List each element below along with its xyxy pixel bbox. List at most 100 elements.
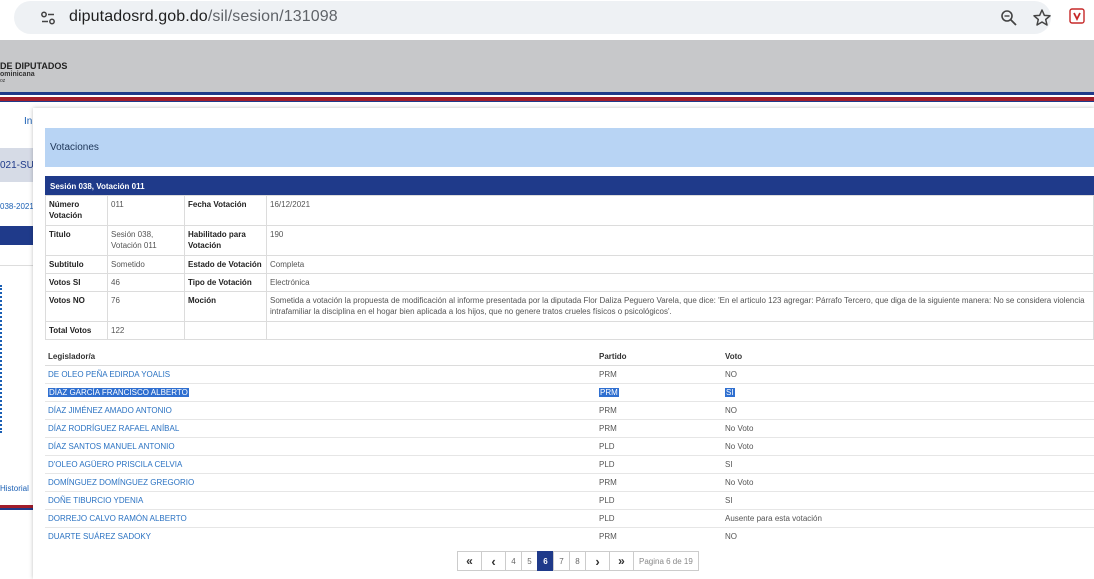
legislator-name: DÍAZ GARCÍA FRANCISCO ALBERTO bbox=[48, 387, 189, 397]
party-value: PRM bbox=[599, 387, 619, 397]
side-divider bbox=[0, 265, 33, 266]
vote-row: D'OLEO AGÜERO PRISCILA CELVIA PLD SI bbox=[45, 454, 1094, 473]
vote-value: No Voto bbox=[725, 441, 754, 451]
legislator-name: DÍAZ RODRÍGUEZ RAFAEL ANÍBAL bbox=[48, 423, 180, 433]
legislator-link[interactable]: DÍAZ GARCÍA FRANCISCO ALBERTO bbox=[48, 387, 189, 397]
legislator-name: DORREJO CALVO RAMÓN ALBERTO bbox=[48, 513, 187, 523]
party-value: PLD bbox=[599, 495, 615, 505]
legislator-cell: DUARTE SUÁREZ SADOKY bbox=[45, 526, 596, 545]
bookmark-star-icon[interactable] bbox=[1032, 8, 1052, 28]
side-link-session[interactable]: 038-2021 bbox=[0, 202, 34, 211]
current-page-button[interactable]: 6 bbox=[537, 551, 554, 571]
legislator-cell: DÍAZ SANTOS MANUEL ANTONIO bbox=[45, 436, 596, 455]
vote-cell: SI bbox=[722, 454, 1094, 473]
votaciones-modal: Votaciones Sesión 038, Votación 011 Núme… bbox=[33, 108, 1094, 579]
vote-row: DÍAZ SANTOS MANUEL ANTONIO PLD No Voto bbox=[45, 436, 1094, 455]
vote-cell: NO bbox=[722, 400, 1094, 419]
legislator-link[interactable]: DÍAZ JIMÉNEZ AMADO ANTONIO bbox=[48, 406, 172, 415]
legislator-cell: DÍAZ RODRÍGUEZ RAFAEL ANÍBAL bbox=[45, 418, 596, 437]
info-label: Votos NO bbox=[45, 291, 108, 322]
side-link-historial[interactable]: Historial bbox=[0, 484, 29, 493]
vote-row: DÍAZ GARCÍA FRANCISCO ALBERTO PRM SI bbox=[45, 382, 1094, 401]
vote-row: DUARTE SUÁREZ SADOKY PRM NO bbox=[45, 526, 1094, 545]
legislator-name: D'OLEO AGÜERO PRISCILA CELVIA bbox=[48, 459, 183, 469]
column-header-partido[interactable]: Partido bbox=[596, 348, 722, 366]
legislator-cell: DOMÍNGUEZ DOMÍNGUEZ GREGORIO bbox=[45, 472, 596, 491]
page-button[interactable]: 4 bbox=[505, 551, 522, 571]
vote-row: DÍAZ RODRÍGUEZ RAFAEL ANÍBAL PRM No Voto bbox=[45, 418, 1094, 437]
legislator-link[interactable]: DOMÍNGUEZ DOMÍNGUEZ GREGORIO bbox=[48, 478, 194, 487]
info-value: Sesión 038, Votación 011 bbox=[107, 225, 185, 256]
vote-value: SI bbox=[725, 387, 735, 397]
info-label: Habilitado para Votación bbox=[184, 225, 267, 256]
vote-value: NO bbox=[725, 531, 737, 541]
site-logo-subtitle: ominicana bbox=[0, 71, 35, 78]
next-page-button[interactable]: › bbox=[585, 551, 610, 571]
legislator-name: DÍAZ SANTOS MANUEL ANTONIO bbox=[48, 441, 175, 451]
column-header-voto[interactable]: Voto bbox=[722, 348, 1094, 366]
address-bar[interactable]: diputadosrd.gob.do/sil/sesion/131098 bbox=[14, 1, 1051, 34]
vote-row: DÍAZ JIMÉNEZ AMADO ANTONIO PRM NO bbox=[45, 400, 1094, 419]
prev-page-button[interactable]: ‹ bbox=[481, 551, 506, 571]
vote-cell: SI bbox=[722, 382, 1094, 401]
party-cell: PRM bbox=[596, 472, 722, 491]
page-button[interactable]: 8 bbox=[569, 551, 586, 571]
vote-value: SI bbox=[725, 459, 733, 469]
side-bar-blue bbox=[0, 226, 33, 245]
legislator-link[interactable]: D'OLEO AGÜERO PRISCILA CELVIA bbox=[48, 460, 182, 469]
party-value: PLD bbox=[599, 459, 615, 469]
extension-icon[interactable] bbox=[1069, 8, 1085, 24]
last-page-button[interactable]: » bbox=[609, 551, 634, 571]
site-logo-subtitle-2: oz bbox=[0, 78, 6, 84]
modal-title: Votaciones bbox=[50, 142, 99, 153]
party-value: PLD bbox=[599, 441, 615, 451]
info-label: Tipo de Votación bbox=[184, 273, 267, 292]
legislator-link[interactable]: DOÑE TIBURCIO YDENIA bbox=[48, 496, 143, 505]
vote-row: DORREJO CALVO RAMÓN ALBERTO PLD Ausente pa… bbox=[45, 508, 1094, 527]
party-cell: PRM bbox=[596, 526, 722, 545]
mocion-text: Sometida a votación la propuesta de modi… bbox=[266, 291, 1094, 322]
party-value: PRM bbox=[599, 423, 617, 433]
legislator-name: DE OLEO PEÑA EDIRDA YOALIS bbox=[48, 369, 171, 379]
vote-info-table: Número Votación 011 Fecha Votación 16/12… bbox=[45, 195, 1094, 340]
site-info-icon[interactable] bbox=[39, 9, 57, 27]
site-header: DE DIPUTADOS ominicana oz bbox=[0, 40, 1094, 92]
legislator-link[interactable]: DUARTE SUÁREZ SADOKY bbox=[48, 532, 151, 541]
modal-title-bar: Votaciones bbox=[45, 128, 1094, 167]
vote-cell: No Voto bbox=[722, 436, 1094, 455]
zoom-icon[interactable] bbox=[1000, 9, 1018, 27]
vote-value: NO bbox=[725, 405, 737, 415]
legislator-link[interactable]: DÍAZ SANTOS MANUEL ANTONIO bbox=[48, 442, 175, 451]
pagination: « ‹ 4 5 6 7 8 › » Pagina 6 de 19 bbox=[457, 551, 699, 571]
legislator-cell: DOÑE TIBURCIO YDENIA bbox=[45, 490, 596, 509]
legislator-name: DOÑE TIBURCIO YDENIA bbox=[48, 495, 144, 505]
info-row: Titulo Sesión 038, Votación 011 Habilita… bbox=[45, 225, 1094, 256]
party-cell: PRM bbox=[596, 400, 722, 419]
legislator-link[interactable]: DE OLEO PEÑA EDIRDA YOALIS bbox=[48, 370, 170, 379]
info-label: Total Votos bbox=[45, 321, 108, 340]
info-value: Electrónica bbox=[266, 273, 1094, 292]
votes-table: Legislador/a Partido Voto DE OLEO PEÑA E… bbox=[45, 348, 1094, 545]
info-row: Número Votación 011 Fecha Votación 16/12… bbox=[45, 195, 1094, 226]
side-link-in[interactable]: In bbox=[24, 116, 32, 127]
first-page-button[interactable]: « bbox=[457, 551, 482, 571]
column-header-legislador[interactable]: Legislador/a bbox=[45, 348, 596, 366]
party-cell: PRM bbox=[596, 364, 722, 383]
legislator-cell: DE OLEO PEÑA EDIRDA YOALIS bbox=[45, 364, 596, 383]
vote-row: DOMÍNGUEZ DOMÍNGUEZ GREGORIO PRM No Voto bbox=[45, 472, 1094, 491]
vote-row: DE OLEO PEÑA EDIRDA YOALIS PRM NO bbox=[45, 364, 1094, 383]
info-label: Fecha Votación bbox=[184, 195, 267, 226]
party-cell: PLD bbox=[596, 436, 722, 455]
browser-toolbar: diputadosrd.gob.do/sil/sesion/131098 bbox=[0, 0, 1094, 40]
party-cell: PLD bbox=[596, 454, 722, 473]
page-button[interactable]: 5 bbox=[521, 551, 538, 571]
legislator-link[interactable]: DÍAZ RODRÍGUEZ RAFAEL ANÍBAL bbox=[48, 424, 179, 433]
section-header: Sesión 038, Votación 011 bbox=[45, 176, 1094, 195]
url-domain: diputadosrd.gob.do bbox=[69, 8, 208, 25]
url-text[interactable]: diputadosrd.gob.do/sil/sesion/131098 bbox=[69, 8, 338, 26]
legislator-name: DOMÍNGUEZ DOMÍNGUEZ GREGORIO bbox=[48, 477, 195, 487]
legislator-link[interactable]: DORREJO CALVO RAMÓN ALBERTO bbox=[48, 514, 187, 523]
info-value: 122 bbox=[107, 321, 185, 340]
page-button[interactable]: 7 bbox=[553, 551, 570, 571]
empty-cell bbox=[184, 321, 267, 340]
